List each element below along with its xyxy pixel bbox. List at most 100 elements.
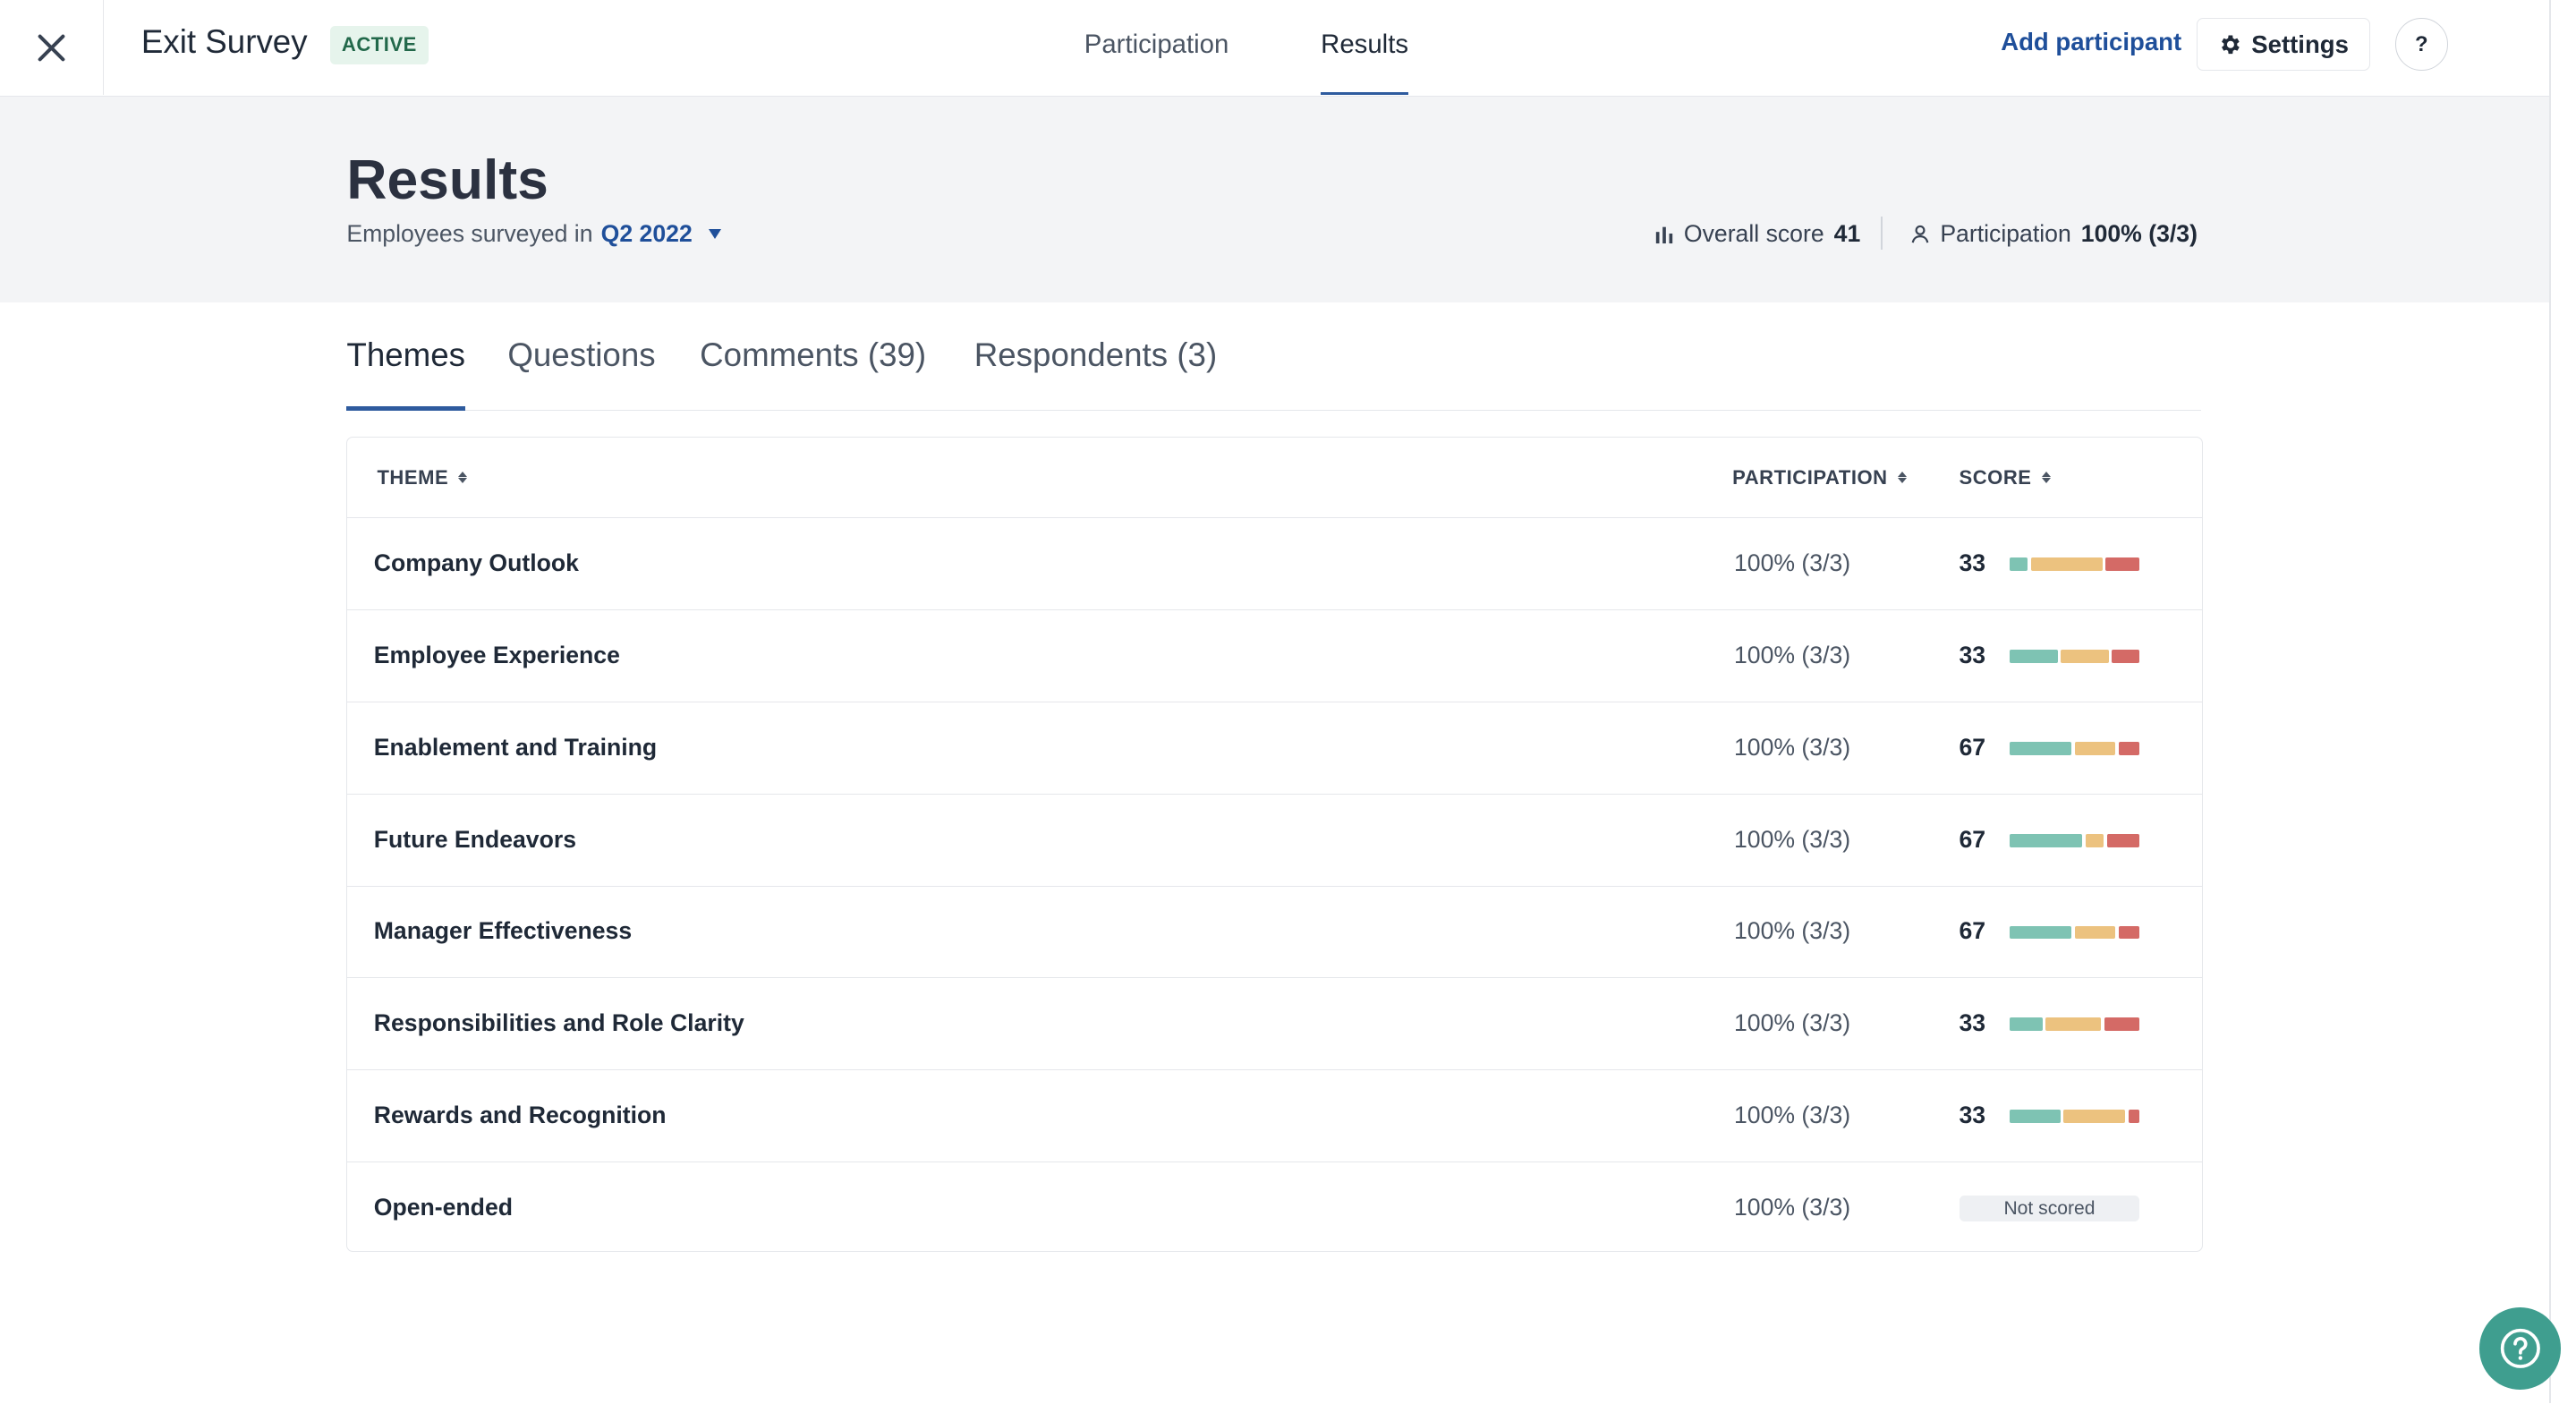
favorable-segment xyxy=(2010,833,2083,847)
neutral-segment xyxy=(2074,742,2116,755)
table-row[interactable]: Open-ended 100% (3/3) Not scored xyxy=(347,1162,2202,1255)
scrollbar-track[interactable] xyxy=(2549,0,2552,1403)
table-row[interactable]: Company Outlook 100% (3/3) 33 xyxy=(347,518,2203,611)
table-row[interactable]: Manager Effectiveness 100% (3/3) 67 xyxy=(347,887,2203,979)
score-value: 33 xyxy=(1959,549,1986,577)
score-distribution-bar xyxy=(2010,833,2140,847)
not-scored-badge: Not scored xyxy=(1959,1195,2140,1222)
participation-cell: 100% (3/3) xyxy=(1733,642,1851,669)
results-header: Results Employees surveyed in Q2 2022 Ov… xyxy=(0,97,2550,302)
participation-cell: 100% (3/3) xyxy=(1733,1102,1851,1129)
sort-icon xyxy=(458,471,468,485)
status-badge: ACTIVE xyxy=(330,26,429,64)
unfavorable-segment xyxy=(2112,650,2140,663)
unfavorable-segment xyxy=(2106,833,2140,847)
close-icon xyxy=(38,34,65,62)
column-header-score[interactable]: SCORE xyxy=(1960,466,2051,489)
question-circle-icon xyxy=(2500,1329,2540,1369)
sort-icon xyxy=(1897,471,1907,485)
top-bar: Exit Survey ACTIVE Participation Results… xyxy=(0,0,2550,98)
table-header: THEME PARTICIPATION SCORE xyxy=(347,438,2203,519)
period-subtitle: Employees surveyed in Q2 2022 xyxy=(346,220,722,248)
score-distribution-bar xyxy=(2010,925,2140,940)
participation-cell: 100% (3/3) xyxy=(1733,825,1851,853)
page-title: Results xyxy=(346,149,548,212)
person-icon xyxy=(1911,225,1929,243)
column-label: THEME xyxy=(377,465,449,489)
theme-name: Rewards and Recognition xyxy=(373,1102,667,1129)
metric-divider xyxy=(1881,217,1883,251)
score-value: 67 xyxy=(1959,825,1986,853)
theme-name: Company Outlook xyxy=(373,549,579,577)
table-row[interactable]: Rewards and Recognition 100% (3/3) 33 xyxy=(347,1070,2203,1163)
participation-cell: 100% (3/3) xyxy=(1733,1193,1851,1221)
participation-cell: 100% (3/3) xyxy=(1733,917,1851,945)
theme-name: Enablement and Training xyxy=(373,733,658,761)
tab-participation[interactable]: Participation xyxy=(1084,0,1229,95)
neutral-segment xyxy=(2085,833,2104,847)
period-selector[interactable]: Q2 2022 xyxy=(601,220,693,248)
neutral-segment xyxy=(2074,925,2116,940)
theme-name: Future Endeavors xyxy=(373,825,576,853)
score-value: 33 xyxy=(1959,1102,1986,1129)
help-button[interactable]: ? xyxy=(2394,18,2448,71)
score-distribution-bar xyxy=(2010,1017,2140,1032)
unfavorable-segment xyxy=(2128,1110,2140,1123)
participation-cell: 100% (3/3) xyxy=(1733,733,1851,761)
tab-respondents[interactable]: Respondents (3) xyxy=(974,336,1217,411)
score-distribution-bar xyxy=(2010,1110,2140,1123)
column-label: PARTICIPATION xyxy=(1732,465,1888,489)
settings-label: Settings xyxy=(2251,30,2349,58)
overall-score-value: 41 xyxy=(1833,220,1861,247)
favorable-segment xyxy=(2010,925,2072,940)
tab-comments[interactable]: Comments (39) xyxy=(700,336,926,411)
chevron-down-icon[interactable] xyxy=(709,229,722,239)
table-row[interactable]: Responsibilities and Role Clarity 100% (3… xyxy=(347,978,2203,1071)
tab-themes[interactable]: Themes xyxy=(346,336,466,411)
close-button[interactable] xyxy=(0,0,104,96)
participation-cell: 100% (3/3) xyxy=(1733,1009,1851,1037)
tab-questions[interactable]: Questions xyxy=(507,336,655,411)
participation-value: 100% (3/3) xyxy=(2080,220,2198,247)
help-chat-button[interactable] xyxy=(2478,1307,2562,1391)
column-label: SCORE xyxy=(1959,465,2032,489)
score-value: 33 xyxy=(1959,1009,1986,1037)
score-distribution-bar xyxy=(2010,650,2140,663)
unfavorable-segment xyxy=(2118,742,2140,755)
column-header-theme[interactable]: THEME xyxy=(377,465,468,489)
participation-label: Participation xyxy=(1940,220,2071,247)
score-value: 67 xyxy=(1959,733,1986,761)
tab-results[interactable]: Results xyxy=(1321,0,1409,96)
participation-cell: 100% (3/3) xyxy=(1733,549,1851,577)
favorable-segment xyxy=(2010,1110,2061,1123)
overall-score-label: Overall score xyxy=(1683,220,1824,247)
score-value: 67 xyxy=(1959,917,1986,945)
sort-icon xyxy=(2041,471,2051,485)
unfavorable-segment xyxy=(2118,925,2140,940)
themes-table: THEME PARTICIPATION SCORE Company Outloo… xyxy=(346,437,2204,1255)
favorable-segment xyxy=(2010,742,2072,755)
add-participant-link[interactable]: Add participant xyxy=(2001,28,2181,56)
theme-name: Employee Experience xyxy=(373,642,620,669)
table-row[interactable]: Employee Experience 100% (3/3) 33 xyxy=(347,610,2203,702)
subtitle-prefix: Employees surveyed in xyxy=(346,220,593,247)
table-row[interactable]: Future Endeavors 100% (3/3) 67 xyxy=(347,795,2203,887)
bar-chart-icon xyxy=(1655,227,1673,244)
participation-metric: Participation 100% (3/3) xyxy=(1910,220,2198,248)
score-distribution-bar xyxy=(2010,742,2140,755)
neutral-segment xyxy=(2063,1110,2126,1123)
unfavorable-segment xyxy=(2105,557,2140,572)
table-row[interactable]: Enablement and Training 100% (3/3) 67 xyxy=(347,702,2203,795)
favorable-segment xyxy=(2010,1017,2043,1032)
theme-name: Responsibilities and Role Clarity xyxy=(373,1009,744,1037)
score-value: 33 xyxy=(1959,642,1986,669)
neutral-segment xyxy=(2031,557,2103,572)
overall-score-metric: Overall score 41 xyxy=(1654,220,1860,248)
settings-button[interactable]: Settings xyxy=(2196,18,2371,71)
survey-title: Exit Survey xyxy=(140,22,308,60)
score-distribution-bar xyxy=(2010,557,2140,572)
gear-icon xyxy=(2221,35,2240,54)
content-tabs: Themes Questions Comments (39) Responden… xyxy=(346,336,2202,411)
column-header-participation[interactable]: PARTICIPATION xyxy=(1732,466,1907,489)
theme-name: Manager Effectiveness xyxy=(373,917,633,945)
